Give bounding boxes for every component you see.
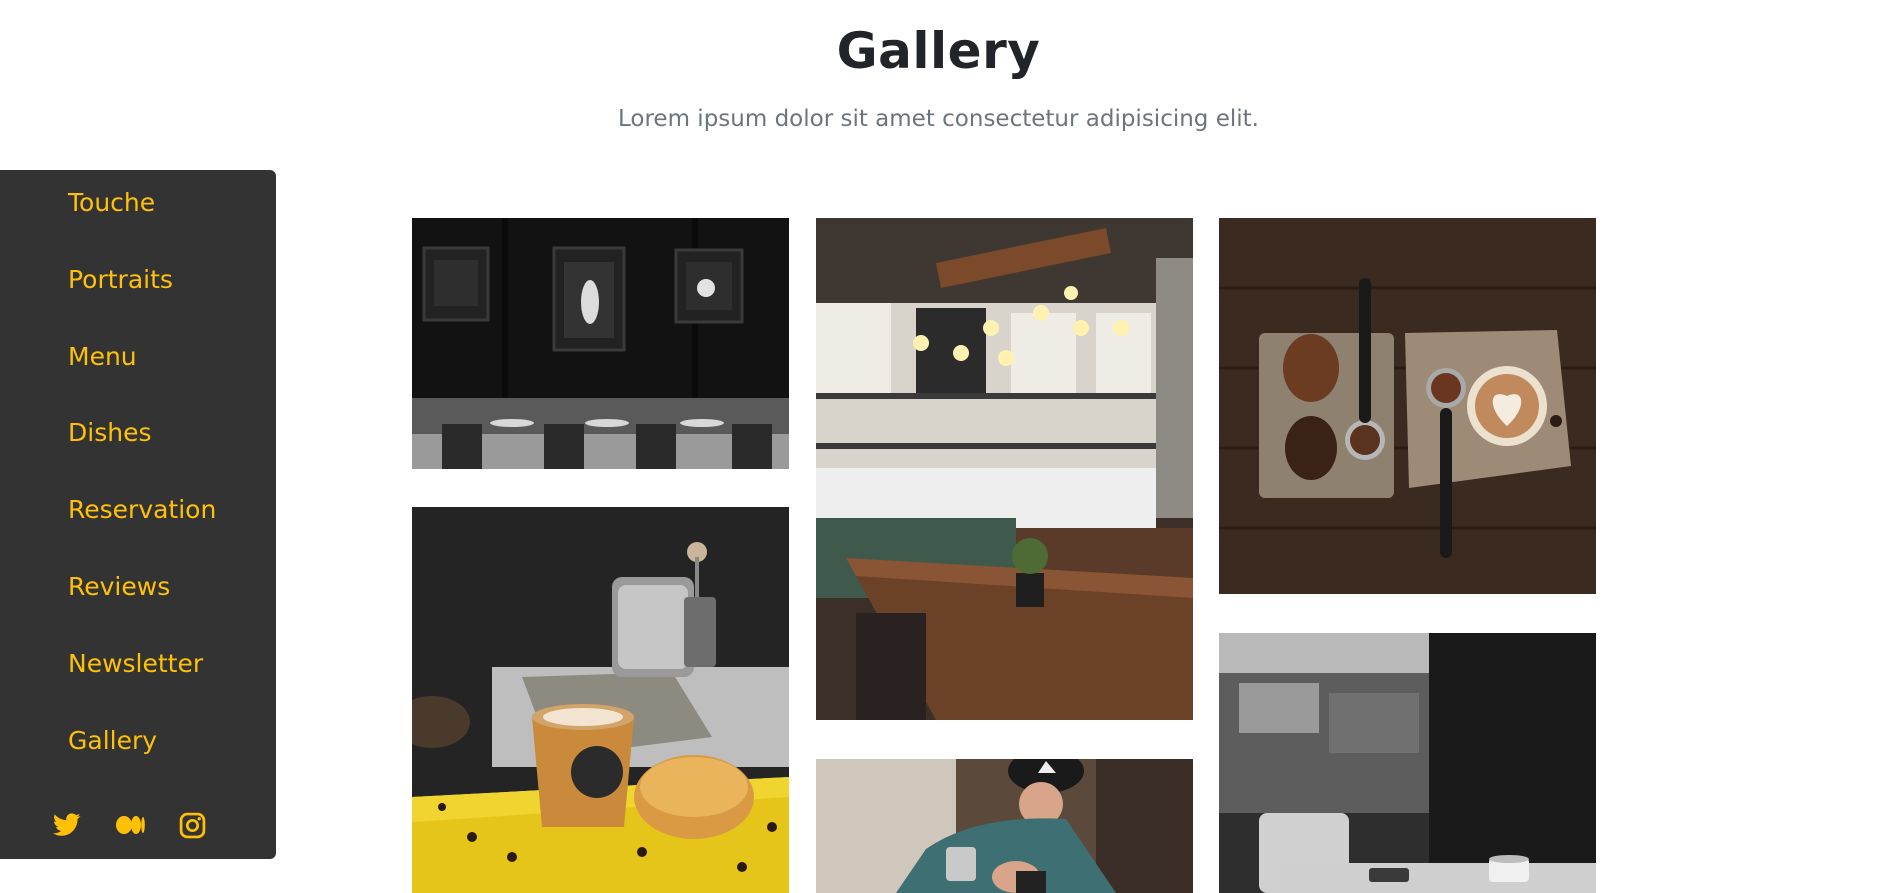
gallery-photo-barista[interactable] — [816, 759, 1193, 893]
gallery-photo-restaurant-interior[interactable] — [412, 218, 789, 469]
sidebar-nav: Touche Portraits Menu Dishes Reservation… — [0, 170, 276, 859]
gallery-photo-latte-and-donut[interactable] — [412, 507, 789, 893]
sidebar-item-gallery[interactable]: Gallery — [68, 726, 157, 755]
instagram-icon[interactable] — [177, 810, 207, 840]
page-title: Gallery — [836, 22, 1041, 80]
gallery-photo-coffee-shop-interior[interactable] — [816, 218, 1193, 720]
medium-icon[interactable] — [115, 810, 145, 840]
sidebar-item-menu[interactable]: Menu — [68, 342, 137, 371]
sidebar-item-reservation[interactable]: Reservation — [68, 495, 216, 524]
sidebar-item-portraits[interactable]: Portraits — [68, 265, 173, 294]
gallery-photo-cafe-table-cup[interactable] — [1219, 633, 1596, 893]
sidebar-item-touche[interactable]: Touche — [68, 188, 155, 217]
twitter-icon[interactable] — [52, 810, 82, 840]
sidebar-item-newsletter[interactable]: Newsletter — [68, 649, 203, 678]
page-subtitle: Lorem ipsum dolor sit amet consectetur a… — [618, 106, 1259, 132]
sidebar-item-reviews[interactable]: Reviews — [68, 572, 170, 601]
sidebar-item-dishes[interactable]: Dishes — [68, 418, 151, 447]
gallery-photo-coffee-board[interactable] — [1219, 218, 1596, 594]
